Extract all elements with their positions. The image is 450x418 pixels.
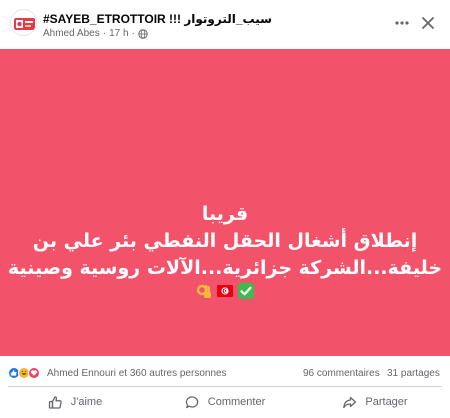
post-image-text: قريبا إنطلاق أشغال الحقل النفطي بئر علي … — [0, 201, 450, 282]
like-button[interactable]: J'aime — [0, 389, 150, 415]
share-label: Partager — [365, 396, 408, 408]
more-options-icon[interactable] — [394, 15, 410, 31]
comments-count[interactable]: 96 commentaires — [303, 368, 380, 379]
post-time[interactable]: 17 h — [109, 28, 128, 39]
reaction-icons[interactable] — [8, 367, 40, 379]
divider — [8, 386, 442, 387]
post-text-line-3: خليفة...الشركة جزائرية...الآلات روسية وص… — [7, 257, 443, 279]
action-bar: J'aime Commenter Partager — [0, 389, 450, 415]
post-image[interactable]: قريبا إنطلاق أشغال الحقل النفطي بئر علي … — [0, 49, 450, 356]
page-avatar[interactable] — [10, 9, 37, 36]
post-text-line-2: إنطلاق أشغال الحقل النفطي بئر علي بن — [32, 230, 418, 252]
ok-hand-icon — [196, 284, 211, 298]
globe-icon — [138, 28, 148, 39]
post-text-line-1: قريبا — [201, 203, 249, 225]
comment-label: Commenter — [207, 396, 266, 408]
avatar-logo-icon — [11, 10, 36, 35]
share-button[interactable]: Partager — [300, 389, 450, 415]
reactions-summary: Ahmed Ennouri et 360 autres personnes 96… — [0, 364, 450, 384]
meta-separator: · — [102, 28, 107, 39]
author-name[interactable]: Ahmed Abes — [43, 28, 100, 39]
love-reaction-icon — [28, 367, 40, 379]
page-name[interactable]: #SAYEB_ETROTTOIR !!! سيب_التروتوار — [43, 12, 272, 26]
shares-count[interactable]: 31 partages — [387, 368, 440, 379]
post-header: #SAYEB_ETROTTOIR !!! سيب_التروتوار Ahmed… — [0, 0, 450, 48]
comment-icon — [185, 395, 199, 408]
tunisia-flag-icon — [217, 285, 233, 297]
emoji-row — [0, 283, 450, 299]
reactors-text[interactable]: Ahmed Ennouri et 360 autres personnes — [47, 368, 227, 379]
share-icon — [343, 396, 357, 408]
check-mark-icon — [238, 283, 254, 299]
thumbs-up-icon — [48, 395, 62, 409]
close-icon[interactable] — [419, 14, 437, 32]
meta-separator-2: · — [131, 28, 135, 39]
post-meta: Ahmed Abes · 17 h · — [43, 28, 148, 39]
post-card: #SAYEB_ETROTTOIR !!! سيب_التروتوار Ahmed… — [0, 0, 450, 418]
comment-button[interactable]: Commenter — [150, 389, 300, 415]
like-label: J'aime — [70, 396, 103, 408]
